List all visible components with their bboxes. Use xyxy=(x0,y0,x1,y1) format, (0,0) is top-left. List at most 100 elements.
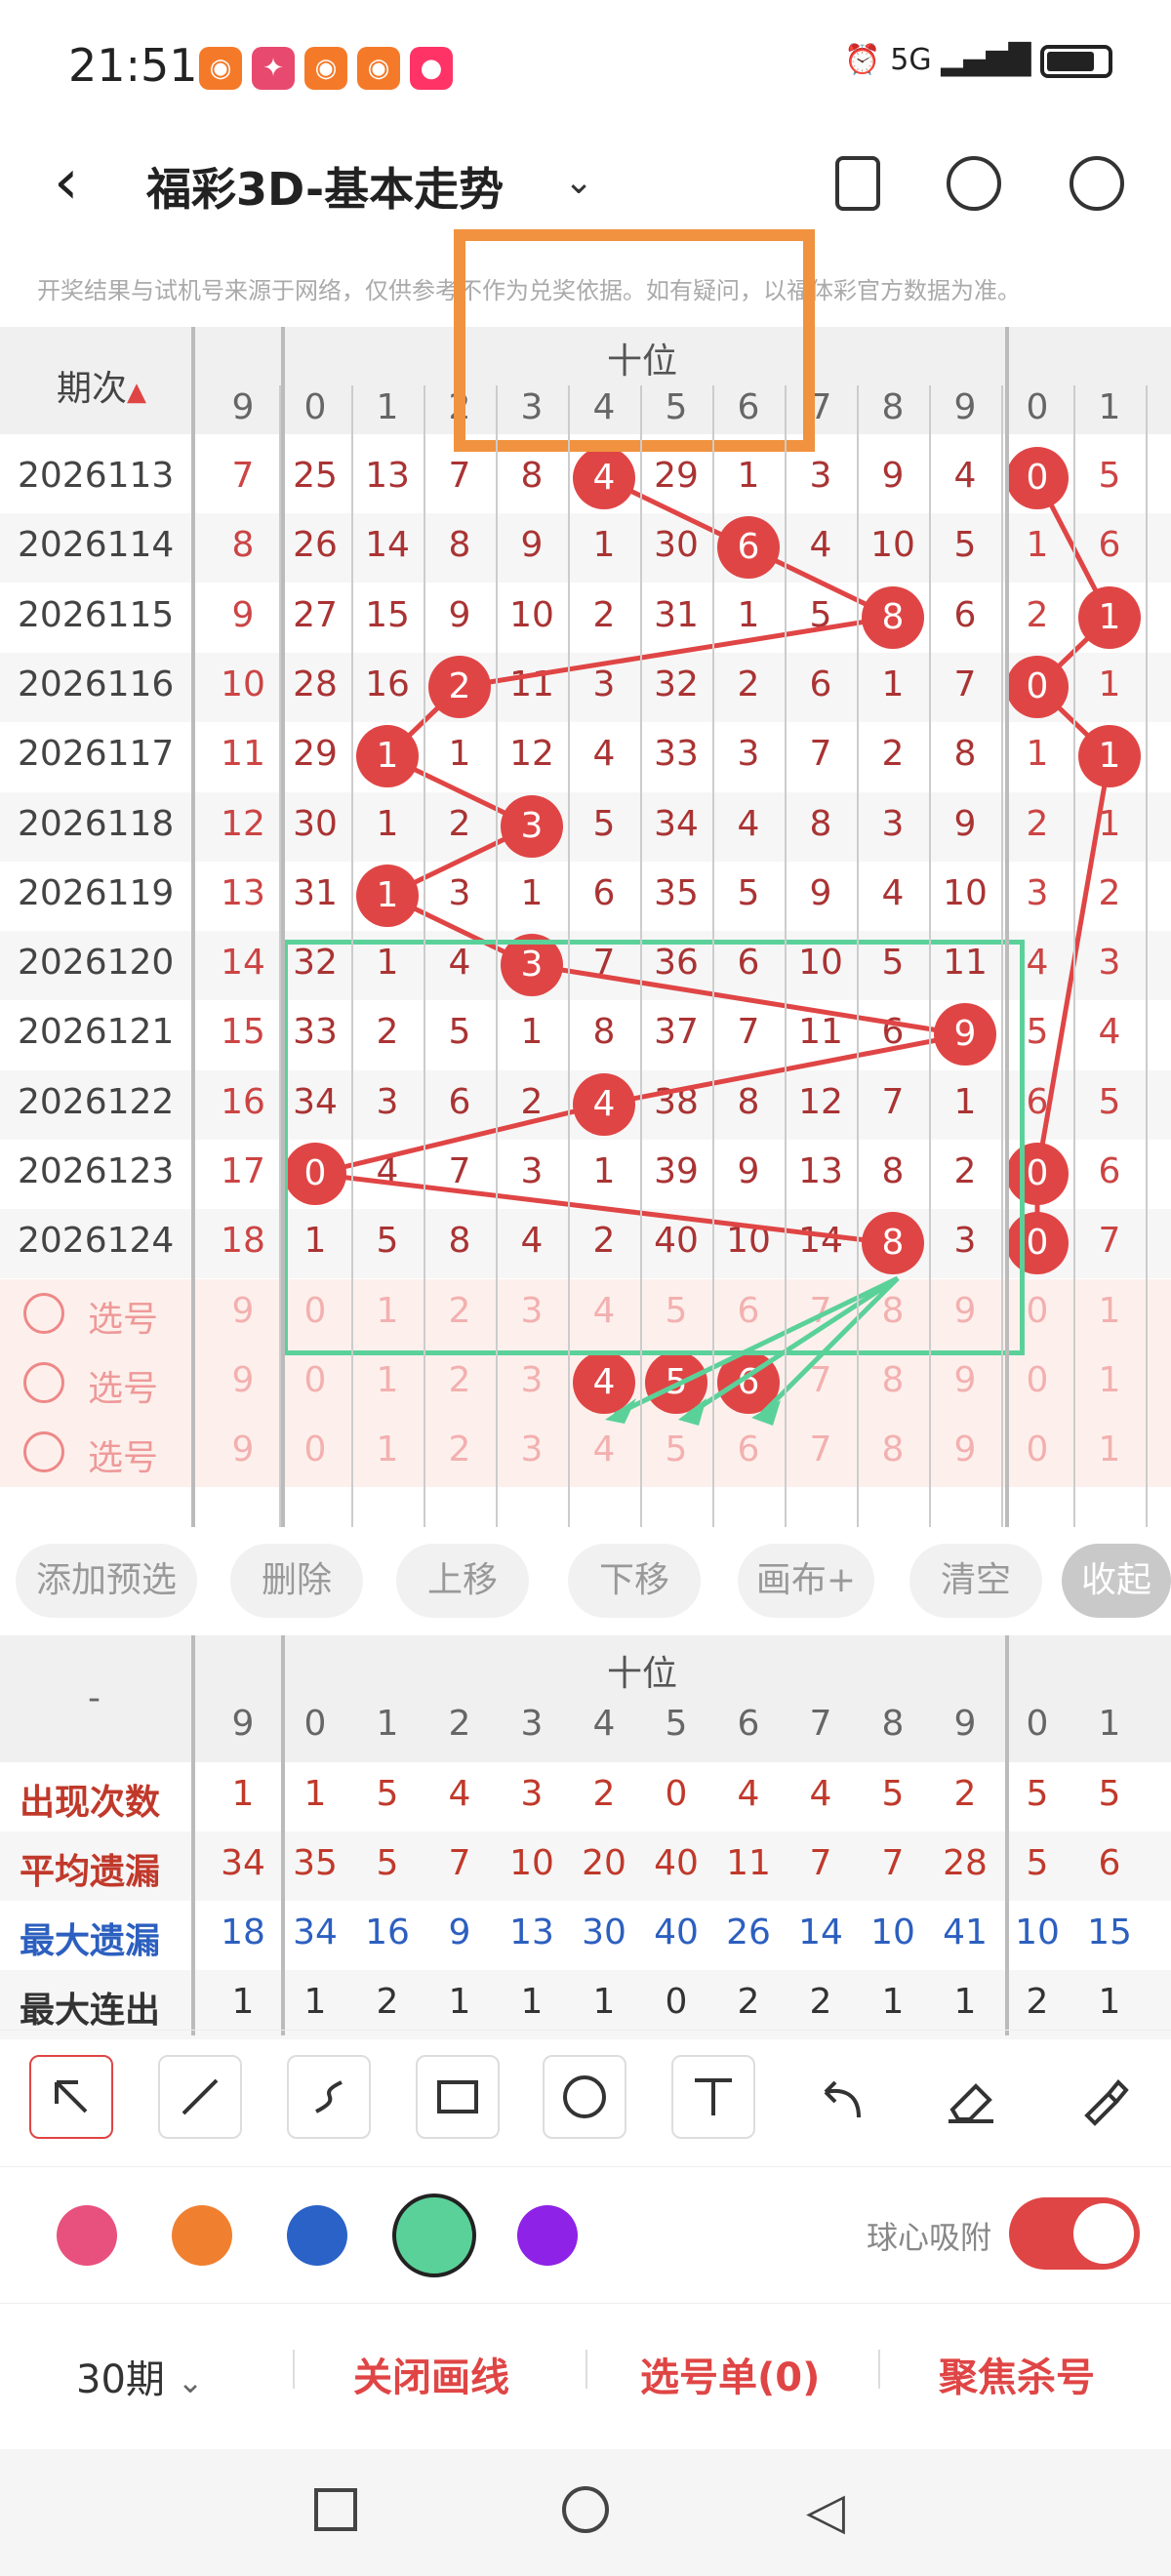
stats-cell: 2 xyxy=(592,1774,616,1814)
stats-cell: 1 xyxy=(231,1774,255,1814)
undo-icon[interactable] xyxy=(800,2059,884,2143)
stats-cell: 35 xyxy=(293,1843,338,1883)
status-bar: 21:51 ◉ ✦ ◉ ◉ ● ⏰ 5G ▂▄▆█ xyxy=(0,0,1171,137)
stats-label: 最大遗漏 xyxy=(20,1921,161,1961)
stats-cell: 9 xyxy=(448,1912,471,1952)
stats-group-header: 十位 xyxy=(607,1654,678,1694)
stats-column-header: 1 xyxy=(1098,1704,1121,1744)
grid-line xyxy=(857,385,859,1527)
action-button[interactable]: 收起 xyxy=(1062,1544,1171,1618)
stats-cell: 0 xyxy=(665,1774,688,1814)
stats-cell: 1 xyxy=(231,1982,255,2022)
action-button[interactable]: 删除 xyxy=(230,1544,363,1618)
stats-label: 平均遗漏 xyxy=(20,1852,161,1892)
settings-icon[interactable] xyxy=(1070,156,1124,211)
stats-cell: 6 xyxy=(1098,1843,1121,1883)
trend-table: 期次▲ 十位 9012345678901 2026113 7 25 13 7 8 29 1 3 9… xyxy=(0,229,1171,1527)
line-tool-icon[interactable] xyxy=(158,2055,242,2139)
stats-cell: 1 xyxy=(448,1982,471,2022)
green-highlight-box[interactable] xyxy=(283,940,1025,1355)
stats-cell: 10 xyxy=(509,1843,554,1883)
grid-divider xyxy=(281,327,285,1527)
back-nav-icon[interactable]: ◁ xyxy=(806,2482,845,2541)
network-label: 5G xyxy=(890,43,932,77)
stats-cell: 1 xyxy=(303,1982,327,2022)
home-icon[interactable] xyxy=(562,2486,609,2533)
stats-cell: 14 xyxy=(798,1912,843,1952)
stats-cell: 1 xyxy=(953,1982,977,2022)
freehand-tool-icon[interactable] xyxy=(287,2055,371,2139)
divider xyxy=(586,2350,587,2389)
text-tool-icon[interactable] xyxy=(671,2055,755,2139)
battery-icon xyxy=(1040,44,1112,78)
snap-toggle[interactable] xyxy=(1009,2197,1140,2270)
color-swatch[interactable] xyxy=(287,2205,347,2266)
alarm-icon: ⏰ xyxy=(844,43,881,77)
brush-icon[interactable] xyxy=(1058,2059,1142,2143)
grid-line xyxy=(1073,385,1075,1527)
stats-column-header: 0 xyxy=(303,1704,327,1744)
status-time: 21:51 xyxy=(68,39,198,92)
back-icon[interactable]: ‹ xyxy=(54,151,93,215)
grid-line xyxy=(640,385,642,1527)
app-notification-icon: ◉ xyxy=(304,47,347,90)
action-button[interactable]: 添加预选 xyxy=(16,1544,197,1618)
grid-divider xyxy=(281,1635,285,2035)
chevron-down-icon: ⌄ xyxy=(177,2363,204,2400)
color-swatch[interactable] xyxy=(57,2205,117,2266)
recent-apps-icon[interactable] xyxy=(314,2488,357,2531)
stats-cell: 20 xyxy=(582,1843,626,1883)
stats-cell: 7 xyxy=(448,1843,471,1883)
stats-cell: 4 xyxy=(737,1774,760,1814)
stats-cell: 13 xyxy=(509,1912,554,1952)
stats-cell: 7 xyxy=(809,1843,832,1883)
stats-label: 出现次数 xyxy=(20,1783,161,1823)
stats-column-header: 4 xyxy=(592,1704,616,1744)
stats-cell: 5 xyxy=(1026,1843,1049,1883)
stats-cell: 34 xyxy=(221,1843,265,1883)
stats-cell: 5 xyxy=(376,1774,399,1814)
signal-icon: ▂▄▆█ xyxy=(941,43,1031,77)
chevron-down-icon[interactable]: ⌄ xyxy=(564,162,593,202)
stats-cell: 1 xyxy=(881,1982,905,2022)
stats-cell: 34 xyxy=(293,1912,338,1952)
cursor-arrow-icon[interactable] xyxy=(29,2055,113,2139)
stats-cell: 2 xyxy=(376,1982,399,2022)
action-button[interactable]: 画布+ xyxy=(738,1544,874,1618)
circle-tool-icon[interactable] xyxy=(543,2055,626,2139)
stats-cell: 1 xyxy=(520,1982,544,2022)
stats-cell: 0 xyxy=(665,1982,688,2022)
action-button[interactable]: 上移 xyxy=(396,1544,529,1618)
stats-cell: 10 xyxy=(870,1912,915,1952)
focus-kill-button[interactable]: 聚焦杀号 xyxy=(939,2346,1095,2402)
app-notification-icon: ◉ xyxy=(357,47,400,90)
stats-column-header: 2 xyxy=(448,1704,471,1744)
stats-cell: 5 xyxy=(376,1843,399,1883)
pick-list-button[interactable]: 选号单(0) xyxy=(640,2346,820,2402)
period-select[interactable]: 30期 ⌄ xyxy=(76,2348,203,2404)
app-notification-icon: ◉ xyxy=(199,47,242,90)
orange-highlight-box[interactable] xyxy=(454,229,815,452)
stats-cell: 1 xyxy=(592,1982,616,2022)
stats-column-header: 9 xyxy=(231,1704,255,1744)
action-button[interactable]: 清空 xyxy=(909,1544,1042,1618)
share-icon[interactable] xyxy=(947,156,1001,211)
grid-divider xyxy=(191,1635,195,2035)
device-icon[interactable] xyxy=(835,156,880,211)
page-title[interactable]: 福彩3D-基本走势 xyxy=(146,154,504,219)
color-swatch[interactable] xyxy=(517,2205,578,2266)
rectangle-tool-icon[interactable] xyxy=(416,2055,500,2139)
stats-cell: 26 xyxy=(726,1912,771,1952)
stats-cell: 4 xyxy=(448,1774,471,1814)
close-lines-button[interactable]: 关闭画线 xyxy=(353,2346,509,2402)
stats-cell: 5 xyxy=(881,1774,905,1814)
stats-column-header: 8 xyxy=(881,1704,905,1744)
action-button[interactable]: 下移 xyxy=(568,1544,701,1618)
divider xyxy=(878,2350,880,2389)
color-swatch[interactable] xyxy=(392,2194,476,2277)
stats-cell: 7 xyxy=(881,1843,905,1883)
stats-column-header: 3 xyxy=(520,1704,544,1744)
color-swatch[interactable] xyxy=(172,2205,232,2266)
stats-cell: 28 xyxy=(943,1843,988,1883)
eraser-icon[interactable] xyxy=(929,2059,1013,2143)
